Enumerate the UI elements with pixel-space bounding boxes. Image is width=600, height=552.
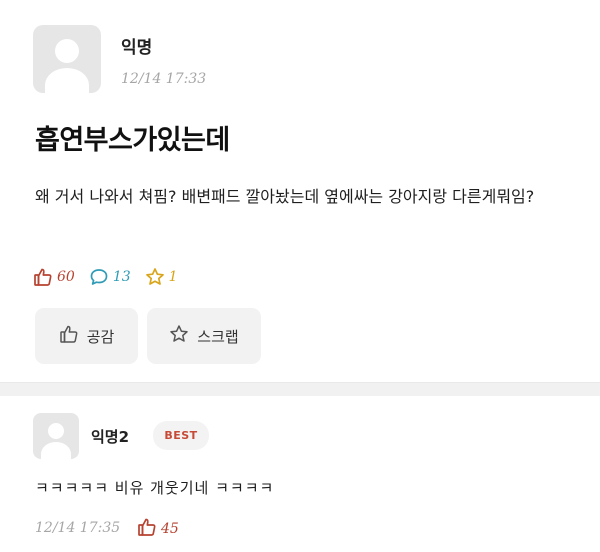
avatar[interactable] <box>33 413 79 459</box>
thumbs-up-icon <box>33 267 53 287</box>
thumbs-up-icon <box>59 324 87 348</box>
scrap-stat: 1 <box>145 267 178 287</box>
avatar-head <box>55 39 79 63</box>
scrap-label: 스크랩 <box>197 327 239 346</box>
speech-bubble-icon <box>89 267 109 287</box>
post-body: 왜 거서 나와서 쳐핌? 배변패드 깔아놨는데 옆에싸는 강아지랑 다른게뭐임? <box>35 187 535 206</box>
empathy-button[interactable]: 공감 <box>35 308 138 364</box>
comment-stat: 13 <box>89 267 131 287</box>
comment: 익명2 BEST ㅋㅋㅋㅋㅋ 비유 개웃기네 ㅋㅋㅋㅋ 12/14 17:35 … <box>0 396 600 552</box>
scrap-count: 1 <box>168 269 178 285</box>
avatar-body <box>41 442 71 459</box>
avatar[interactable] <box>33 25 101 93</box>
post: 익명 12/14 17:33 흡연부스가있는데 왜 거서 나와서 쳐핌? 배변패… <box>0 0 600 382</box>
thumbs-up-icon <box>137 517 157 541</box>
scrap-button[interactable]: 스크랩 <box>147 308 261 364</box>
post-author: 익명 <box>121 38 153 58</box>
post-title: 흡연부스가있는데 <box>35 125 230 156</box>
star-icon <box>169 324 197 348</box>
post-timestamp: 12/14 17:33 <box>121 71 207 87</box>
empathy-label: 공감 <box>86 327 115 346</box>
like-stat: 60 <box>33 267 75 287</box>
comment-timestamp: 12/14 17:35 <box>35 520 121 536</box>
section-divider <box>0 382 600 396</box>
star-icon <box>145 267 165 287</box>
comment-author: 익명2 <box>91 428 130 446</box>
like-count: 60 <box>57 269 75 285</box>
avatar-body <box>45 68 89 93</box>
comment-like-count: 45 <box>161 521 179 537</box>
comment-like-button[interactable]: 45 <box>137 517 179 541</box>
post-stats: 60 13 1 <box>33 265 192 289</box>
avatar-head <box>48 423 64 439</box>
comment-text: ㅋㅋㅋㅋㅋ 비유 개웃기네 ㅋㅋㅋㅋ <box>35 479 275 497</box>
best-badge: BEST <box>153 421 209 450</box>
comment-count: 13 <box>112 269 131 285</box>
